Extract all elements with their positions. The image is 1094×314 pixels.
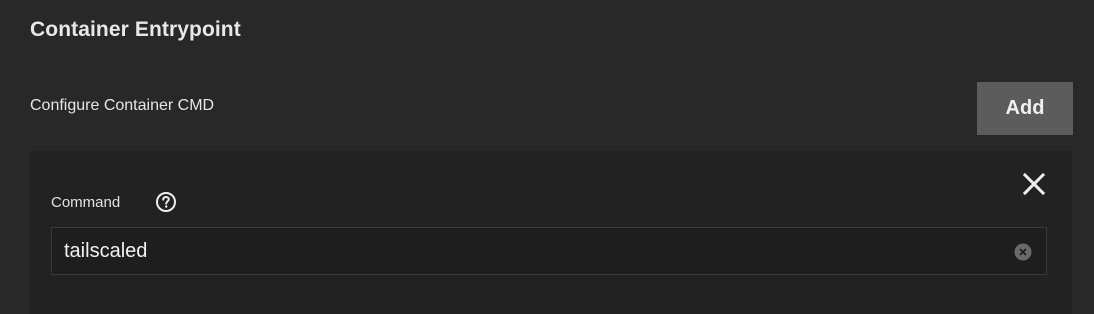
add-button[interactable]: Add [977, 82, 1073, 135]
command-field [51, 227, 1047, 275]
close-icon [1022, 172, 1046, 196]
command-input[interactable] [52, 228, 992, 274]
section-title: Container Entrypoint [30, 18, 241, 41]
field-label: Command [51, 193, 121, 211]
help-circle-icon[interactable] [155, 191, 177, 213]
list-label: Configure Container CMD [30, 97, 215, 114]
field-label-row: Command [51, 191, 177, 213]
remove-item-button[interactable] [1021, 171, 1047, 197]
clear-input-button[interactable] [1014, 243, 1032, 261]
list-item: Command [29, 151, 1072, 314]
clear-circle-icon [1014, 243, 1032, 261]
app-page: Container Entrypoint Configure Container… [0, 0, 1094, 314]
